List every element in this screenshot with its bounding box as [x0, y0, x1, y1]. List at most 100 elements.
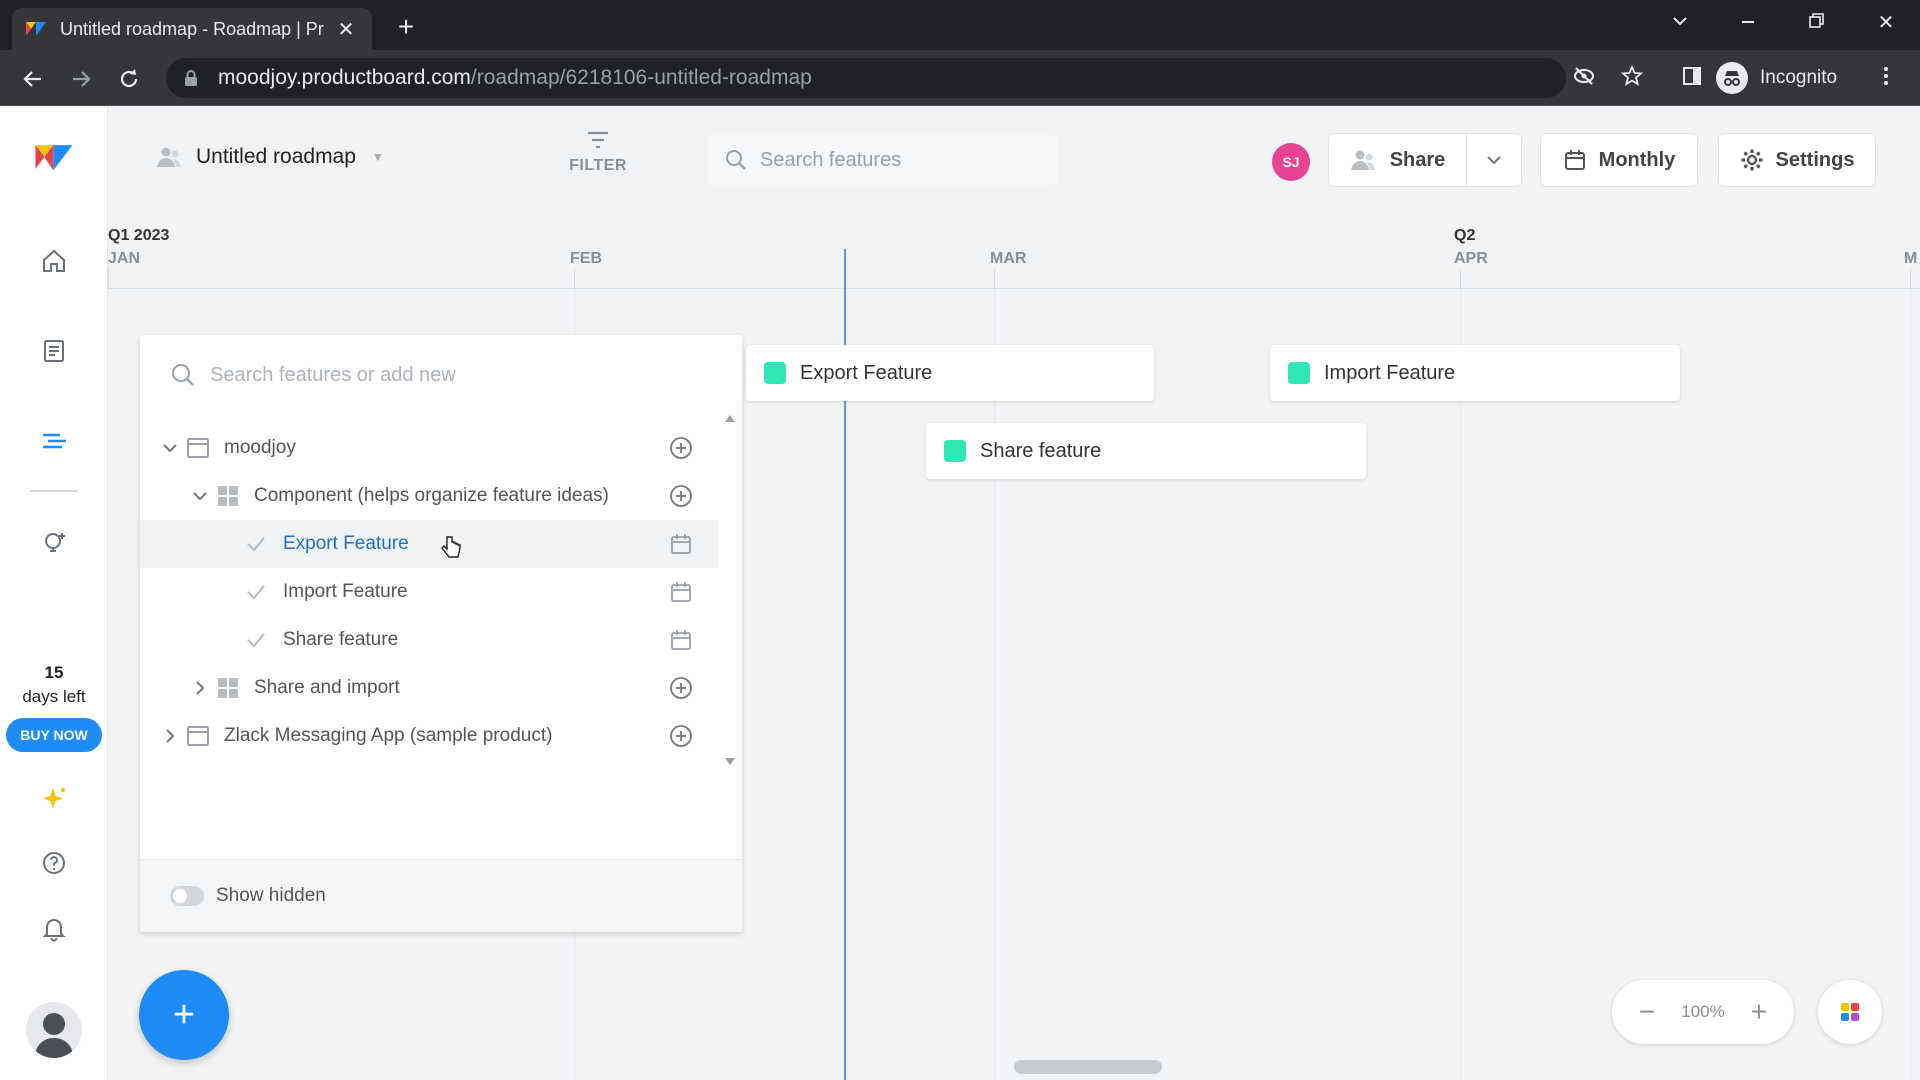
check-icon [244, 580, 268, 604]
month-tick [1460, 269, 1461, 289]
chevron-down-icon[interactable] [160, 438, 180, 458]
gear-icon [1740, 148, 1764, 172]
hand-cursor-icon [440, 535, 462, 561]
minimize-icon[interactable] [1728, 10, 1768, 34]
bookmark-star-icon[interactable] [1618, 62, 1646, 90]
share-dropdown-chevron-icon[interactable] [1467, 134, 1521, 186]
settings-label: Settings [1775, 148, 1855, 171]
monthly-label: Monthly [1598, 148, 1676, 171]
search-features-box[interactable] [708, 135, 1058, 185]
scroll-down-arrow-icon[interactable] [725, 758, 735, 765]
tree-row-feature-export[interactable]: Export Feature [140, 520, 718, 568]
eye-off-icon[interactable] [1570, 62, 1598, 90]
caret-down-icon: ▼ [371, 150, 384, 164]
chevron-down-icon[interactable] [190, 486, 210, 506]
bar-label: Import Feature [1324, 361, 1456, 384]
sparkle-icon[interactable] [34, 779, 74, 819]
url-path: /roadmap/6218106-untitled-roadmap [470, 66, 812, 89]
help-icon[interactable] [34, 843, 74, 883]
horizontal-scrollbar-thumb[interactable] [1014, 1060, 1162, 1074]
add-circle-icon[interactable] [668, 675, 694, 701]
address-bar[interactable]: moodjoy.productboard.com /roadmap/621810… [166, 58, 1566, 98]
url-host: moodjoy.productboard.com [218, 66, 471, 89]
tree-row-component-share-import[interactable]: Share and import [140, 664, 718, 712]
scroll-up-arrow-icon[interactable] [725, 415, 735, 422]
check-icon [244, 532, 268, 556]
tree-label: Zlack Messaging App (sample product) [224, 725, 553, 746]
productboard-logo-icon[interactable] [34, 137, 74, 177]
home-icon[interactable] [34, 241, 74, 281]
user-initials-avatar[interactable]: SJ [1272, 143, 1310, 181]
month-tick [994, 269, 995, 289]
roadmap-bar-share-feature[interactable]: Share feature [926, 423, 1366, 479]
chevron-right-icon[interactable] [190, 678, 210, 698]
zoom-out-button[interactable]: − [1634, 996, 1660, 1028]
insights-bulb-icon[interactable] [34, 523, 74, 563]
filter-icon [558, 129, 638, 151]
new-tab-icon[interactable]: + [390, 12, 422, 44]
share-button-group: Share [1328, 133, 1522, 187]
monthly-view-button[interactable]: Monthly [1540, 133, 1698, 187]
incognito-icon [1716, 62, 1748, 94]
shared-users-icon [156, 145, 182, 169]
status-swatch [944, 440, 966, 462]
bar-label: Export Feature [800, 361, 933, 384]
notes-icon[interactable] [34, 331, 74, 371]
zoom-in-button[interactable]: + [1746, 996, 1772, 1028]
tree-row-component[interactable]: Component (helps organize feature ideas) [140, 472, 718, 520]
sidebar-divider [30, 490, 78, 492]
tree-row-feature-import[interactable]: Import Feature [140, 568, 718, 616]
calendar-icon[interactable] [668, 531, 694, 557]
calendar-icon[interactable] [668, 579, 694, 605]
roadmap-title-dropdown[interactable]: Untitled roadmap ▼ [156, 145, 384, 169]
close-window-icon[interactable]: ✕ [1866, 10, 1906, 35]
add-circle-icon[interactable] [668, 723, 694, 749]
tree-label: Import Feature [283, 581, 408, 602]
tree-row-product-zlack[interactable]: Zlack Messaging App (sample product) [140, 712, 718, 760]
notifications-bell-icon[interactable] [34, 909, 74, 949]
buy-now-button[interactable]: BUY NOW [6, 718, 102, 752]
filter-label: FILTER [569, 157, 627, 174]
month-label: JAN [108, 250, 141, 267]
add-item-fab-button[interactable]: + [139, 970, 229, 1060]
tree-row-product-moodjoy[interactable]: moodjoy [140, 424, 718, 472]
browser-menu-icon[interactable] [1872, 62, 1900, 90]
roadmap-bar-import-feature[interactable]: Import Feature [1270, 345, 1680, 401]
roadmap-icon[interactable] [34, 421, 74, 461]
reload-icon[interactable] [114, 64, 144, 94]
filter-button[interactable]: FILTER [558, 129, 638, 175]
panel-scrollbar[interactable] [718, 407, 742, 773]
back-icon[interactable] [18, 64, 48, 94]
status-swatch [1288, 362, 1310, 384]
quarter-label: Q2 [1454, 227, 1476, 244]
show-hidden-toggle[interactable] [170, 886, 204, 906]
user-avatar[interactable] [26, 1002, 82, 1058]
settings-button[interactable]: Settings [1718, 133, 1876, 187]
chevron-right-icon[interactable] [160, 726, 180, 746]
search-features-input[interactable] [760, 148, 1040, 172]
forward-icon[interactable] [66, 64, 96, 94]
add-circle-icon[interactable] [668, 483, 694, 509]
side-panel-icon[interactable] [1678, 62, 1706, 90]
tab-close-icon[interactable]: ✕ [334, 17, 358, 42]
search-or-add-input[interactable] [210, 363, 690, 387]
browser-tab[interactable]: Untitled roadmap - Roadmap | Pr ✕ [12, 8, 372, 50]
component-grid-icon [216, 676, 240, 700]
product-icon [186, 724, 210, 748]
month-label: M [1904, 250, 1918, 267]
share-button[interactable]: Share [1329, 134, 1467, 186]
incognito-indicator[interactable]: Incognito [1716, 58, 1837, 98]
tree-row-feature-share[interactable]: Share feature [140, 616, 718, 664]
apps-grid-icon[interactable] [1818, 980, 1882, 1044]
calendar-icon[interactable] [668, 627, 694, 653]
roadmap-title: Untitled roadmap [196, 145, 356, 168]
roadmap-bar-export-feature[interactable]: Export Feature [746, 345, 1154, 401]
tree-label: Share feature [283, 629, 399, 650]
browser-tab-bar: Untitled roadmap - Roadmap | Pr ✕ + ✕ [0, 0, 1920, 50]
tab-search-icon[interactable] [1660, 10, 1700, 34]
panel-search-box[interactable] [170, 355, 710, 395]
tree-label: Component (helps organize feature ideas) [254, 485, 609, 506]
check-icon [244, 628, 268, 652]
restore-icon[interactable] [1796, 10, 1836, 34]
add-circle-icon[interactable] [668, 435, 694, 461]
